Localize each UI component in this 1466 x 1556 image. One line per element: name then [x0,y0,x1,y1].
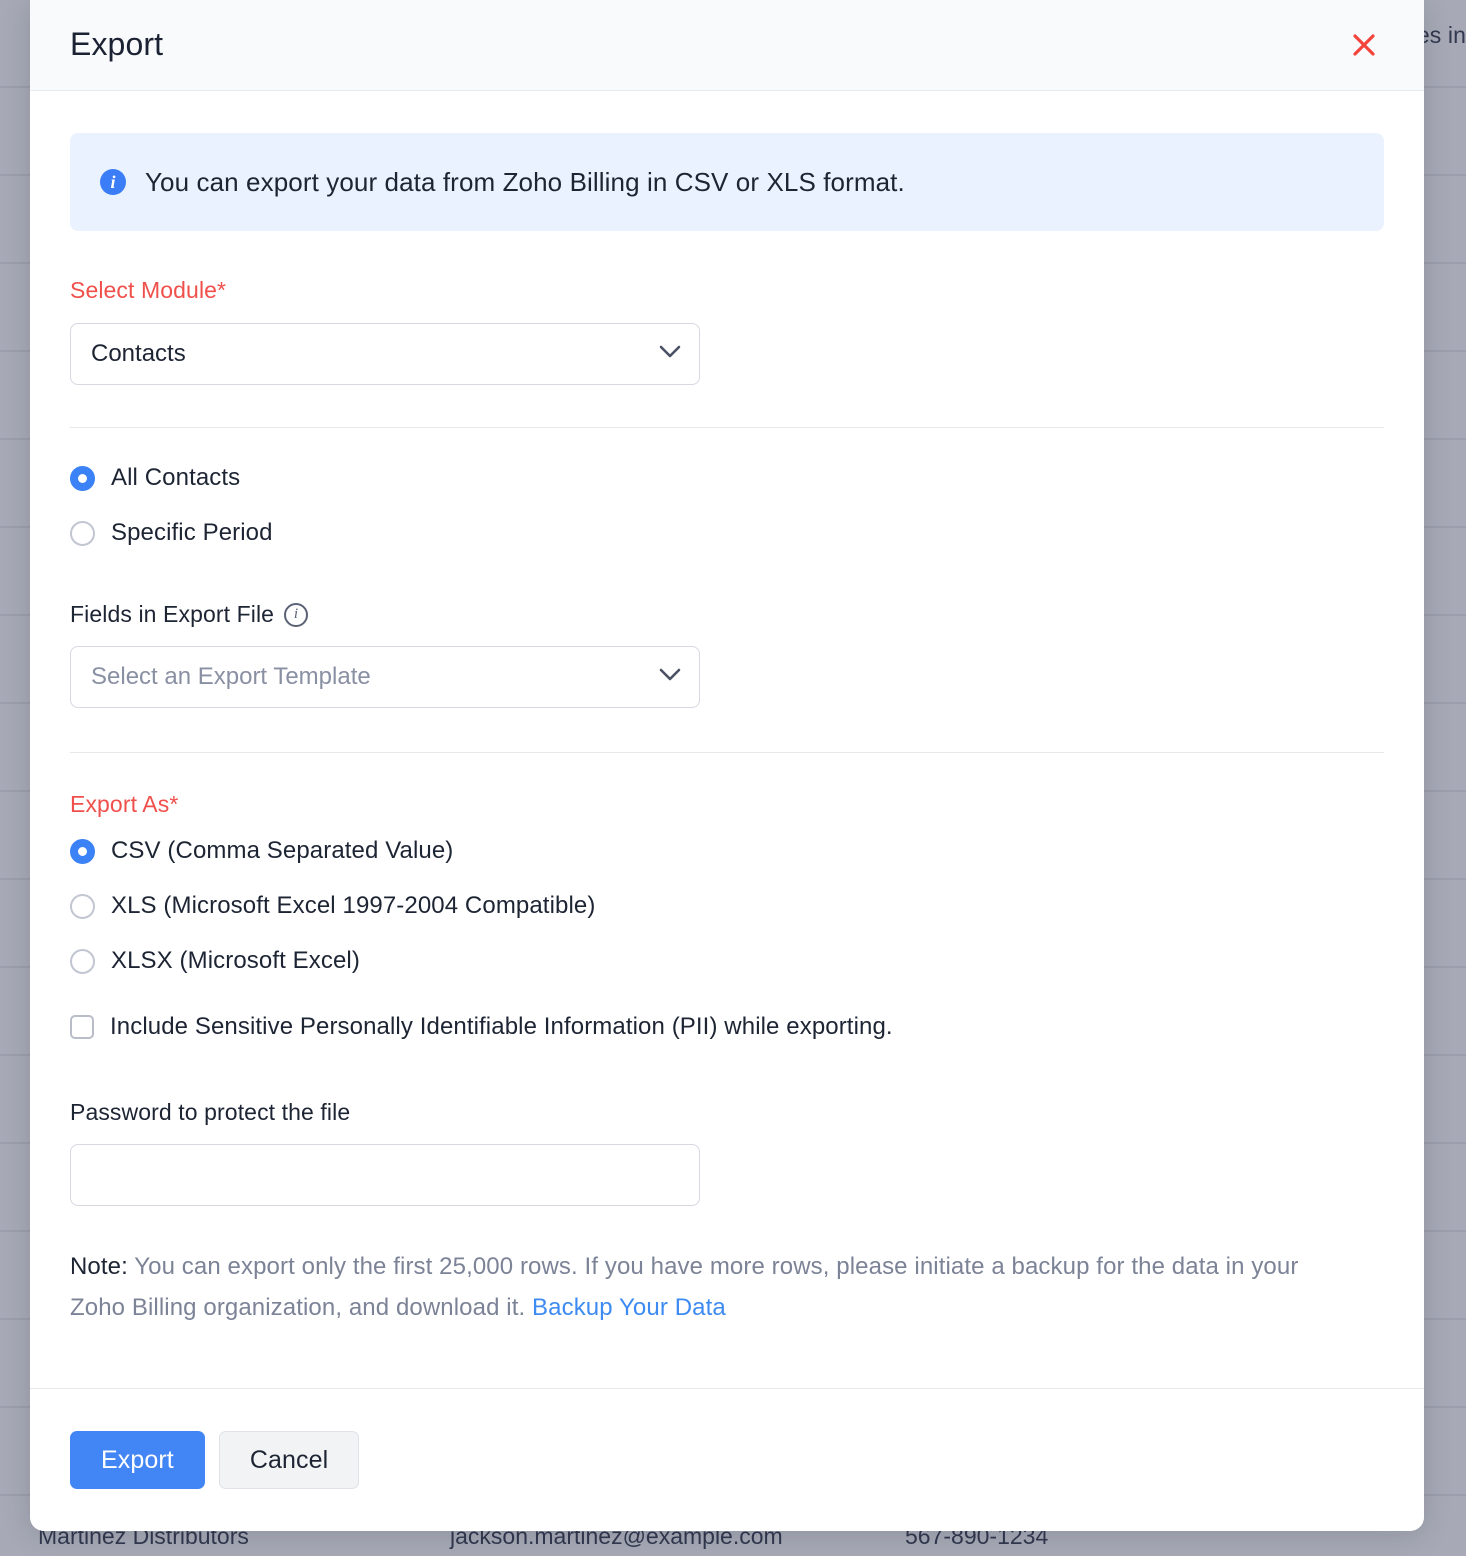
export-template-value: Select an Export Template [91,663,371,691]
password-input[interactable] [70,1144,700,1206]
radio-all-contacts[interactable]: All Contacts [70,464,1384,492]
radio-indicator [70,894,95,919]
radio-specific-period[interactable]: Specific Period [70,519,1384,547]
pii-checkbox-label: Include Sensitive Personally Identifiabl… [110,1013,893,1041]
radio-indicator [70,839,95,864]
fields-in-export-label-text: Fields in Export File [70,601,274,628]
pii-checkbox[interactable]: Include Sensitive Personally Identifiabl… [70,1013,1384,1041]
select-module-label: Select Module* [70,277,1384,304]
password-label: Password to protect the file [70,1099,1384,1126]
modal-footer: Export Cancel [30,1388,1424,1531]
radio-label: Specific Period [111,519,273,547]
close-icon[interactable] [1342,23,1386,67]
export-as-radio-group: CSV (Comma Separated Value) XLS (Microso… [70,837,1384,975]
divider [70,752,1384,753]
select-module-dropdown[interactable]: Contacts [70,323,700,385]
radio-xlsx[interactable]: XLSX (Microsoft Excel) [70,947,1384,975]
chevron-down-icon [659,668,681,687]
select-module-value: Contacts [91,340,186,368]
export-modal: Export i You can export your data from Z… [30,0,1424,1531]
radio-label: CSV (Comma Separated Value) [111,837,453,865]
modal-header: Export [30,0,1424,91]
info-banner: i You can export your data from Zoho Bil… [70,133,1384,231]
radio-xls[interactable]: XLS (Microsoft Excel 1997-2004 Compatibl… [70,892,1384,920]
radio-csv[interactable]: CSV (Comma Separated Value) [70,837,1384,865]
info-icon: i [100,169,126,195]
radio-label: All Contacts [111,464,240,492]
modal-body: i You can export your data from Zoho Bil… [30,91,1424,1388]
export-template-dropdown[interactable]: Select an Export Template [70,646,700,708]
radio-label: XLSX (Microsoft Excel) [111,947,360,975]
backup-your-data-link[interactable]: Backup Your Data [532,1294,726,1321]
note-text: Note: You can export only the first 25,0… [70,1246,1360,1329]
radio-indicator [70,521,95,546]
info-icon[interactable]: i [284,603,308,627]
radio-indicator [70,949,95,974]
radio-label: XLS (Microsoft Excel 1997-2004 Compatibl… [111,892,595,920]
scope-radio-group: All Contacts Specific Period [70,464,1384,547]
chevron-down-icon [659,345,681,364]
cancel-button[interactable]: Cancel [219,1431,359,1489]
radio-indicator [70,466,95,491]
export-button[interactable]: Export [70,1431,205,1489]
divider [70,427,1384,428]
export-as-label: Export As* [70,791,1384,818]
info-banner-text: You can export your data from Zoho Billi… [145,167,905,198]
note-label: Note: [70,1253,128,1280]
checkbox-indicator [70,1015,94,1039]
fields-in-export-label: Fields in Export File i [70,601,1384,628]
page-title: Export [70,26,163,63]
